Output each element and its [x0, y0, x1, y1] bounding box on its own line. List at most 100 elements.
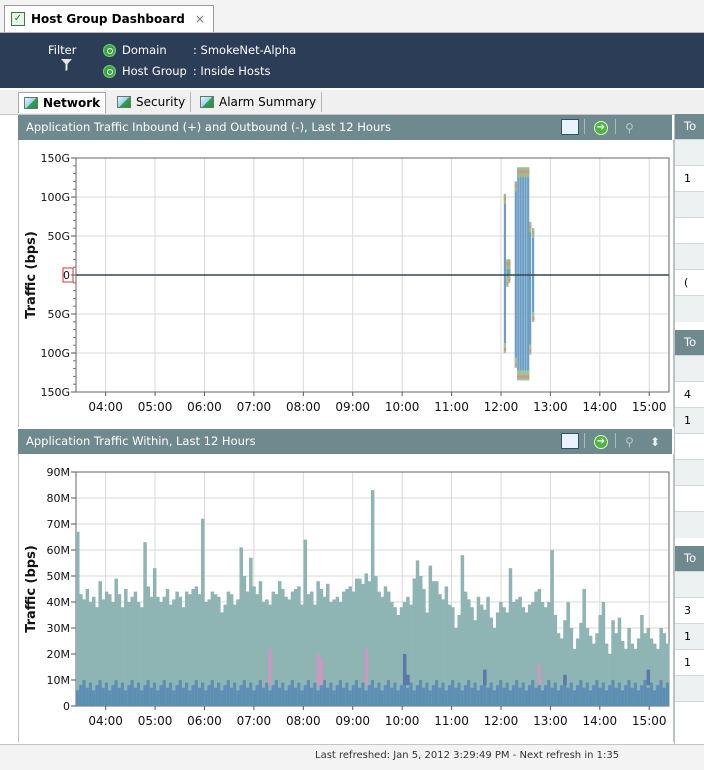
- traffic-bar-base: [415, 685, 420, 706]
- traffic-bar-base: [188, 690, 192, 706]
- tab-alarm-summary[interactable]: Alarm Summary: [195, 92, 323, 112]
- side-panel-row[interactable]: [675, 485, 704, 512]
- dashboard-tab[interactable]: ✓ Host Group Dashboard ×: [4, 5, 214, 32]
- traffic-bar-base: [303, 685, 308, 706]
- inbound-bar-top-accent: [503, 196, 507, 200]
- side-panel-row[interactable]: 4: [675, 381, 704, 408]
- close-icon[interactable]: ×: [195, 12, 205, 26]
- traffic-bar-base: [582, 687, 586, 706]
- zoom-icon[interactable]: ⚲: [625, 433, 634, 450]
- traffic-bar-base: [79, 685, 83, 706]
- filter-button[interactable]: Filter: [32, 43, 77, 71]
- side-panel-row[interactable]: [675, 139, 704, 166]
- traffic-bar-base: [300, 690, 304, 706]
- chart-icon[interactable]: [561, 119, 579, 135]
- outbound-bar-bottom-accent: [506, 281, 509, 285]
- highlight-bar: [537, 664, 542, 686]
- traffic-bar-base: [338, 680, 343, 706]
- inbound-bar: [517, 167, 520, 275]
- inbound-bar-top-accent: [527, 170, 530, 174]
- traffic-bar: [236, 599, 240, 706]
- filter-label: Filter: [48, 43, 77, 57]
- view-tabs: Network Security Alarm Summary: [0, 90, 704, 115]
- inbound-bar: [519, 167, 522, 275]
- y-tick-label: 0: [63, 269, 70, 282]
- side-panel-row[interactable]: [675, 355, 704, 382]
- traffic-bar-base: [531, 680, 535, 706]
- traffic-bar-base: [425, 682, 429, 706]
- traffic-bar-base: [268, 690, 272, 706]
- side-panel-row[interactable]: [675, 459, 704, 486]
- traffic-bar-base: [524, 690, 529, 706]
- side-panel-row[interactable]: 1: [675, 623, 704, 650]
- traffic-bar-base: [217, 682, 221, 706]
- traffic-bar-base: [104, 682, 109, 706]
- traffic-bar-base: [172, 690, 176, 706]
- chart-icon[interactable]: [561, 433, 579, 449]
- traffic-bar: [476, 596, 481, 706]
- y-tick-label: 80M: [47, 492, 71, 505]
- y-tick-label: 100G: [40, 347, 70, 360]
- traffic-bar-base: [143, 685, 147, 706]
- traffic-bar-base: [470, 687, 474, 706]
- traffic-bar-base: [146, 680, 151, 706]
- traffic-bar: [252, 586, 256, 706]
- side-panel-row[interactable]: [675, 433, 704, 460]
- traffic-bar-base: [181, 687, 186, 706]
- side-panel-row[interactable]: [675, 675, 704, 702]
- traffic-bar-base: [162, 680, 167, 706]
- traffic-bar-base: [284, 690, 288, 706]
- traffic-bar-base: [274, 680, 279, 706]
- side-panel-row[interactable]: [675, 701, 704, 728]
- side-panel-row[interactable]: [675, 217, 704, 244]
- traffic-bar: [239, 547, 243, 706]
- x-tick-label: 10:00: [385, 400, 420, 414]
- outbound-bar-bottom: [527, 370, 530, 381]
- inbound-outbound-title: Application Traffic Inbound (+) and Outb…: [26, 120, 391, 134]
- tab-security[interactable]: Security: [112, 92, 192, 112]
- tab-security-label: Security: [136, 95, 186, 109]
- traffic-bar-base: [239, 685, 243, 706]
- inbound-outbound-chart-area: 04:00 05:00 06:00 07:00 08:00 09:00 10:00 11:00…: [18, 140, 674, 427]
- x-tick-label: 13:00: [533, 400, 568, 414]
- side-panel-row[interactable]: [675, 243, 704, 270]
- side-panel-row[interactable]: 1: [675, 165, 704, 192]
- side-panel-header: To: [675, 546, 704, 571]
- y-tick-label: 0: [63, 700, 70, 713]
- side-panel-row[interactable]: [675, 295, 704, 322]
- outbound-bar: [529, 275, 532, 355]
- inbound-bar: [503, 193, 507, 275]
- outbound-bar: [522, 275, 525, 381]
- outbound-bar: [519, 275, 522, 381]
- up-down-icon[interactable]: ⬍: [650, 433, 660, 450]
- side-panel-row[interactable]: 1: [675, 407, 704, 434]
- outbound-bar-bottom: [517, 370, 520, 381]
- traffic-bar: [415, 560, 420, 706]
- chart-icon: [117, 96, 131, 108]
- side-panel-row[interactable]: [675, 571, 704, 598]
- traffic-bar-base: [380, 690, 385, 706]
- zoom-icon[interactable]: ⚲: [625, 119, 634, 136]
- traffic-bar: [326, 583, 330, 706]
- traffic-bar-base: [114, 680, 118, 706]
- traffic-bar-base: [370, 680, 375, 706]
- traffic-bar-base: [476, 690, 481, 706]
- traffic-bar-base: [204, 690, 208, 706]
- y-tick-label: 70M: [47, 518, 71, 531]
- side-panel-row[interactable]: (: [675, 269, 704, 296]
- outbound-bar: [514, 275, 517, 368]
- go-icon[interactable]: ➔: [594, 435, 608, 449]
- side-panel-row[interactable]: [675, 191, 704, 218]
- filter-icon: [32, 45, 73, 71]
- side-panel-row[interactable]: 3: [675, 597, 704, 624]
- traffic-bar-base: [441, 682, 445, 706]
- side-panel-row[interactable]: 1: [675, 649, 704, 676]
- side-panel-row[interactable]: [675, 511, 704, 538]
- traffic-bar-base: [329, 682, 333, 706]
- go-icon[interactable]: ➔: [594, 121, 608, 135]
- traffic-bar-base: [396, 690, 401, 706]
- traffic-bar: [277, 581, 282, 706]
- traffic-bar-base: [412, 690, 417, 706]
- tab-network[interactable]: Network: [18, 92, 107, 113]
- traffic-bar-base: [377, 682, 381, 706]
